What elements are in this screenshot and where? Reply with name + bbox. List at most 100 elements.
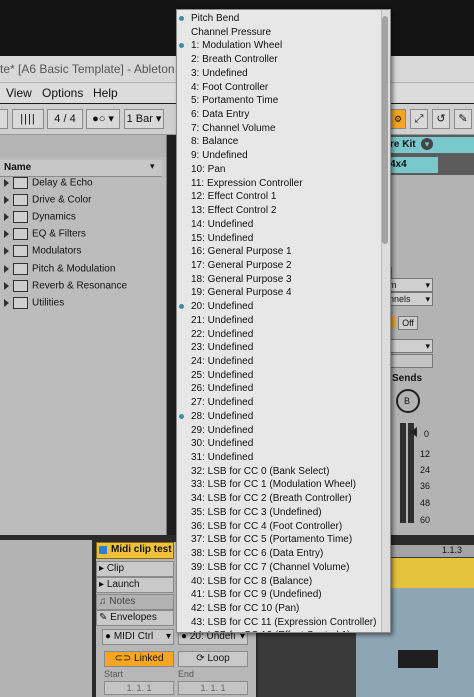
- menu-item[interactable]: 26: Undefined: [177, 382, 377, 396]
- menu-help[interactable]: Help: [93, 86, 118, 100]
- browser-item[interactable]: Pitch & Modulation: [4, 263, 115, 280]
- device-menu-icon[interactable]: ▾: [421, 138, 433, 150]
- quantize-select[interactable]: 1 Bar ▾: [124, 109, 164, 129]
- envelope-segment[interactable]: [398, 650, 438, 668]
- menu-item[interactable]: 32: LSB for CC 0 (Bank Select): [177, 465, 377, 479]
- menu-item[interactable]: 17: General Purpose 2: [177, 259, 377, 273]
- menu-item[interactable]: 40: LSB for CC 8 (Balance): [177, 575, 377, 589]
- controller-dropdown-menu: Pitch Bend Channel Pressure 1: Modulation …: [176, 9, 391, 633]
- menu-item[interactable]: 3: Undefined: [177, 67, 377, 81]
- clip-name-bar[interactable]: Midi clip test: [96, 542, 174, 559]
- menu-options[interactable]: Options: [42, 86, 83, 100]
- menu-item[interactable]: 38: LSB for CC 6 (Data Entry): [177, 547, 377, 561]
- menu-item-label: 2: Breath Controller: [191, 54, 278, 66]
- menu-item[interactable]: 34: LSB for CC 2 (Breath Controller): [177, 492, 377, 506]
- menu-item[interactable]: 35: LSB for CC 3 (Undefined): [177, 506, 377, 520]
- browser-item[interactable]: Utilities: [4, 297, 64, 314]
- input-type-select[interactable]: m ▾: [388, 278, 433, 292]
- loop-button[interactable]: ⟳ Loop: [178, 651, 248, 667]
- volume-fader-handle[interactable]: [410, 427, 417, 437]
- menu-item[interactable]: 13: Effect Control 2: [177, 204, 377, 218]
- menu-item[interactable]: 21: Undefined: [177, 314, 377, 328]
- menu-item[interactable]: Channel Pressure: [177, 26, 377, 40]
- input-channel-select[interactable]: nnels ▾: [388, 292, 433, 306]
- launch-tab-label: Launch: [106, 579, 140, 590]
- menu-item[interactable]: 12: Effect Control 1: [177, 190, 377, 204]
- menu-item-label: 5: Portamento Time: [191, 95, 279, 107]
- menu-item[interactable]: 29: Undefined: [177, 424, 377, 438]
- menu-item[interactable]: 31: Undefined: [177, 451, 377, 465]
- menu-item[interactable]: 33: LSB for CC 1 (Modulation Wheel): [177, 478, 377, 492]
- clip-tab[interactable]: ▸ Clip: [96, 561, 174, 577]
- menu-item[interactable]: 6: Data Entry: [177, 108, 377, 122]
- menu-item[interactable]: 20: Undefined: [177, 300, 377, 314]
- browser-item[interactable]: Delay & Echo: [4, 177, 93, 194]
- time-signature[interactable]: 4 / 4: [47, 109, 83, 129]
- menu-item[interactable]: 19: General Purpose 4: [177, 286, 377, 300]
- menu-item[interactable]: 2: Breath Controller: [177, 53, 377, 67]
- menu-item[interactable]: 16: General Purpose 1: [177, 245, 377, 259]
- start-position-field[interactable]: 1. 1. 1: [104, 681, 174, 695]
- end-position-field[interactable]: 1. 1. 1: [178, 681, 248, 695]
- draw-mode-button[interactable]: ✎: [454, 109, 472, 129]
- back-to-arrangement-button[interactable]: ⤢: [410, 109, 428, 129]
- menu-item[interactable]: Pitch Bend: [177, 12, 377, 26]
- pad-view[interactable]: 4x4: [388, 157, 438, 173]
- envelope-device-select[interactable]: ● MIDI Ctrl ▾: [102, 629, 174, 645]
- menu-item[interactable]: 39: LSB for CC 7 (Channel Volume): [177, 561, 377, 575]
- device-title-bar[interactable]: re Kit ▾: [388, 137, 474, 153]
- metronome-button[interactable]: ●○ ▾: [86, 109, 120, 129]
- menu-item[interactable]: 11: Expression Controller: [177, 177, 377, 191]
- menu-item[interactable]: 22: Undefined: [177, 328, 377, 342]
- menu-item[interactable]: 41: LSB for CC 9 (Undefined): [177, 588, 377, 602]
- linked-button[interactable]: ⊂⊃ Linked: [104, 651, 174, 667]
- menu-item-label: 40: LSB for CC 8 (Balance): [191, 575, 313, 587]
- link-icon: ⊂⊃: [114, 653, 132, 664]
- output-channel-select[interactable]: [388, 354, 433, 368]
- output-select[interactable]: ▾: [388, 339, 433, 353]
- launch-tab[interactable]: ▸ Launch: [96, 577, 174, 593]
- menu-item[interactable]: 27: Undefined: [177, 396, 377, 410]
- toolbar-edge-button[interactable]: [0, 109, 8, 129]
- browser-item[interactable]: EQ & Filters: [4, 228, 86, 245]
- menu-item[interactable]: 7: Channel Volume: [177, 122, 377, 136]
- envelopes-tab[interactable]: ✎ Envelopes: [96, 610, 174, 626]
- browser-column-header[interactable]: Name ▾: [0, 160, 162, 177]
- menu-item[interactable]: 14: Undefined: [177, 218, 377, 232]
- menu-scrollbar-thumb[interactable]: [382, 16, 388, 244]
- menu-item[interactable]: 44: LSB for CC 12 (Effect Control 1): [177, 629, 377, 632]
- menu-item[interactable]: 37: LSB for CC 5 (Portamento Time): [177, 533, 377, 547]
- menu-view[interactable]: View: [6, 86, 32, 100]
- send-b-knob[interactable]: B: [396, 389, 420, 413]
- browser-search-bar[interactable]: [0, 135, 166, 157]
- menu-item[interactable]: 1: Modulation Wheel: [177, 39, 377, 53]
- menu-item[interactable]: 43: LSB for CC 11 (Expression Controller…: [177, 616, 377, 630]
- menu-item[interactable]: 15: Undefined: [177, 232, 377, 246]
- menu-item[interactable]: 4: Foot Controller: [177, 81, 377, 95]
- loop-button[interactable]: ↺: [432, 109, 450, 129]
- menu-item[interactable]: 23: Undefined: [177, 341, 377, 355]
- notes-tab[interactable]: ♫ Notes: [96, 594, 174, 610]
- menu-item[interactable]: 30: Undefined: [177, 437, 377, 451]
- tempo-box[interactable]: ||||: [12, 109, 44, 129]
- bars-icon: ||||: [20, 113, 36, 125]
- automation-arm-button[interactable]: ⚙: [390, 109, 406, 129]
- browser-item[interactable]: Dynamics: [4, 211, 76, 228]
- browser-item[interactable]: Modulators: [4, 245, 81, 262]
- menu-item[interactable]: 24: Undefined: [177, 355, 377, 369]
- menu-item[interactable]: 18: General Purpose 3: [177, 273, 377, 287]
- menu-item[interactable]: 42: LSB for CC 10 (Pan): [177, 602, 377, 616]
- menu-item[interactable]: 36: LSB for CC 4 (Foot Controller): [177, 520, 377, 534]
- menu-item[interactable]: 28: Undefined: [177, 410, 377, 424]
- menu-item-label: 22: Undefined: [191, 328, 254, 340]
- menu-item[interactable]: 8: Balance: [177, 135, 377, 149]
- expand-icon: [4, 230, 9, 238]
- browser-item[interactable]: Drive & Color: [4, 194, 91, 211]
- menu-item[interactable]: 5: Portamento Time: [177, 94, 377, 108]
- clip-color-icon[interactable]: [99, 546, 107, 554]
- menu-item[interactable]: 10: Pan: [177, 163, 377, 177]
- menu-item[interactable]: 9: Undefined: [177, 149, 377, 163]
- menu-item[interactable]: 25: Undefined: [177, 369, 377, 383]
- monitor-off-button[interactable]: Off: [398, 316, 418, 330]
- browser-item[interactable]: Reverb & Resonance: [4, 280, 127, 297]
